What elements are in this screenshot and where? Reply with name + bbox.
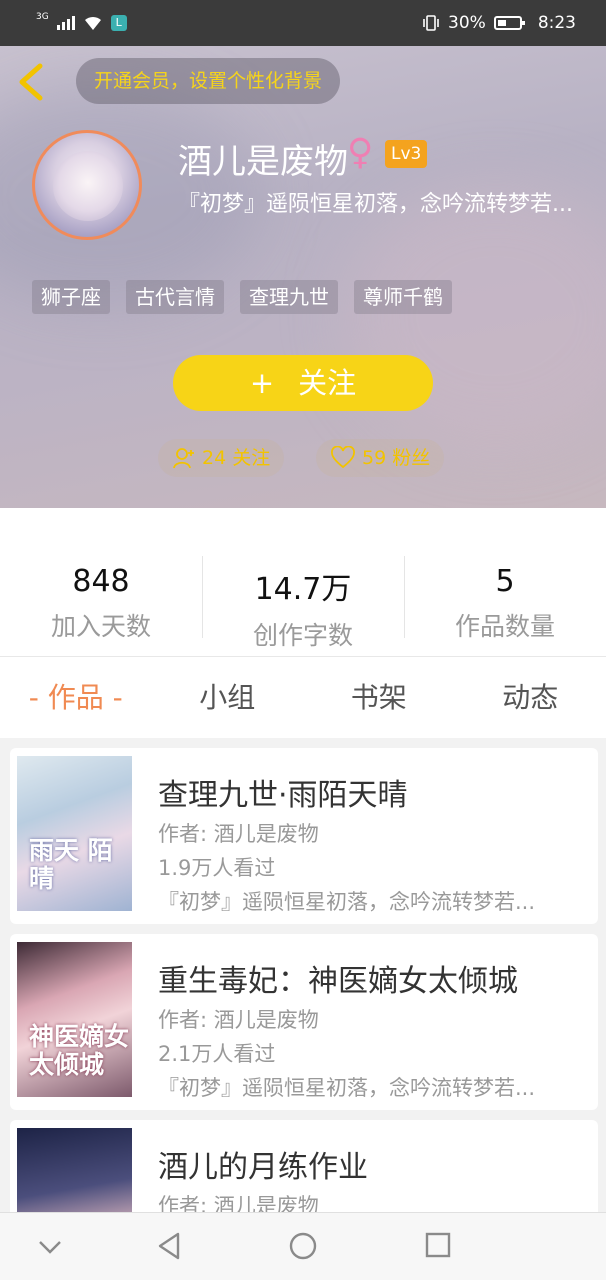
signal-icon — [56, 16, 75, 30]
system-nav-bar — [0, 1212, 606, 1280]
book-cover[interactable]: 神医嫡女 太倾城 — [17, 942, 132, 1097]
fans-count-button[interactable]: 59 粉丝 — [316, 439, 445, 477]
book-cover[interactable] — [17, 1128, 132, 1212]
level-badge: Lv3 — [385, 140, 428, 168]
stat-works-count: 5 作品数量 — [404, 508, 606, 656]
cover-caption: 神医嫡女 太倾城 — [29, 1022, 130, 1079]
female-icon: ♀ — [347, 132, 374, 173]
work-title: 查理九世·雨陌天晴 — [158, 778, 408, 813]
work-title: 重生毒妃：神医嫡女太倾城 — [158, 964, 518, 999]
work-card[interactable]: 雨天 陌晴 查理九世·雨陌天晴 作者: 酒儿是废物 1.9万人看过 『初梦』遥陨… — [10, 748, 598, 924]
profile-header: 开通会员，设置个性化背景 酒儿是废物 ♀ Lv3 『初梦』遥陨恒星初落，念吟流转… — [0, 46, 606, 508]
stat-label: 创作字数 — [252, 621, 353, 650]
cover-caption: 雨天 陌晴 — [29, 836, 113, 893]
work-title: 酒儿的月练作业 — [158, 1150, 368, 1185]
work-views: 2.1万人看过 — [158, 1042, 276, 1066]
stats-bar: 848 加入天数 14.7万 创作字数 5 作品数量 — [0, 508, 606, 656]
work-intro: 『初梦』遥陨恒星初落，念吟流转梦若... — [158, 1076, 536, 1100]
following-count: 24 关注 — [202, 447, 271, 469]
heart-icon — [331, 446, 355, 469]
back-arrow-icon[interactable] — [14, 62, 50, 102]
work-author: 作者: 酒儿是废物 — [158, 822, 319, 846]
tab-works[interactable]: - 作品 - — [0, 657, 152, 738]
username: 酒儿是废物 — [178, 142, 348, 182]
work-card[interactable]: 酒儿的月练作业 作者: 酒儿是废物 — [10, 1120, 598, 1212]
app-notification-icon: L — [110, 15, 127, 31]
tag[interactable]: 古代言情 — [126, 280, 224, 314]
work-card[interactable]: 神医嫡女 太倾城 重生毒妃：神医嫡女太倾城 作者: 酒儿是废物 2.1万人看过 … — [10, 934, 598, 1110]
home-nav-icon[interactable] — [288, 1231, 318, 1261]
user-add-icon — [173, 448, 194, 469]
stat-value: 848 — [72, 564, 130, 599]
stat-word-count: 14.7万 创作字数 — [202, 508, 404, 656]
book-cover[interactable]: 雨天 陌晴 — [17, 756, 132, 911]
back-nav-icon[interactable] — [156, 1231, 182, 1261]
tag[interactable]: 查理九世 — [240, 280, 338, 314]
vip-banner-button[interactable]: 开通会员，设置个性化背景 — [76, 58, 341, 104]
tag[interactable]: 尊师千鹤 — [354, 280, 452, 314]
stat-label: 加入天数 — [50, 612, 151, 641]
recents-nav-icon[interactable] — [424, 1231, 452, 1259]
status-bar: 3G L 30% 8:23 — [0, 0, 606, 46]
stat-value: 5 — [495, 564, 515, 599]
stat-join-days: 848 加入天数 — [0, 508, 202, 656]
tab-bar: - 作品 - 小组 书架 动态 — [0, 656, 606, 738]
network-type: 3G — [36, 11, 49, 22]
following-count-button[interactable]: 24 关注 — [158, 439, 285, 477]
stat-value: 14.7万 — [254, 572, 352, 607]
work-intro: 『初梦』遥陨恒星初落，念吟流转梦若... — [158, 890, 536, 914]
battery-icon — [493, 16, 525, 30]
tag[interactable]: 狮子座 — [32, 280, 110, 314]
battery-percent: 30% — [448, 13, 486, 33]
tag-list: 狮子座 古代言情 查理九世 尊师千鹤 — [32, 280, 452, 314]
clock: 8:23 — [537, 13, 576, 33]
stat-label: 作品数量 — [454, 612, 555, 641]
work-views: 1.9万人看过 — [158, 856, 276, 880]
work-author: 作者: 酒儿是废物 — [158, 1008, 319, 1032]
avatar[interactable] — [32, 130, 142, 240]
works-list: 雨天 陌晴 查理九世·雨陌天晴 作者: 酒儿是废物 1.9万人看过 『初梦』遥陨… — [0, 738, 606, 1212]
work-author: 作者: 酒儿是废物 — [158, 1194, 319, 1212]
fans-count: 59 粉丝 — [362, 447, 431, 469]
plus-icon: + — [249, 366, 275, 400]
tab-activity[interactable]: 动态 — [455, 657, 606, 738]
wifi-icon — [84, 16, 101, 30]
user-motto: 『初梦』遥陨恒星初落，念吟流转梦若... — [178, 192, 573, 217]
follow-button[interactable]: + 关注 — [173, 355, 433, 411]
tab-groups[interactable]: 小组 — [152, 657, 304, 738]
tab-bookshelf[interactable]: 书架 — [303, 657, 455, 738]
vibrate-icon — [423, 15, 439, 31]
follow-label: 关注 — [298, 366, 357, 400]
chevron-down-icon[interactable] — [38, 1239, 62, 1255]
